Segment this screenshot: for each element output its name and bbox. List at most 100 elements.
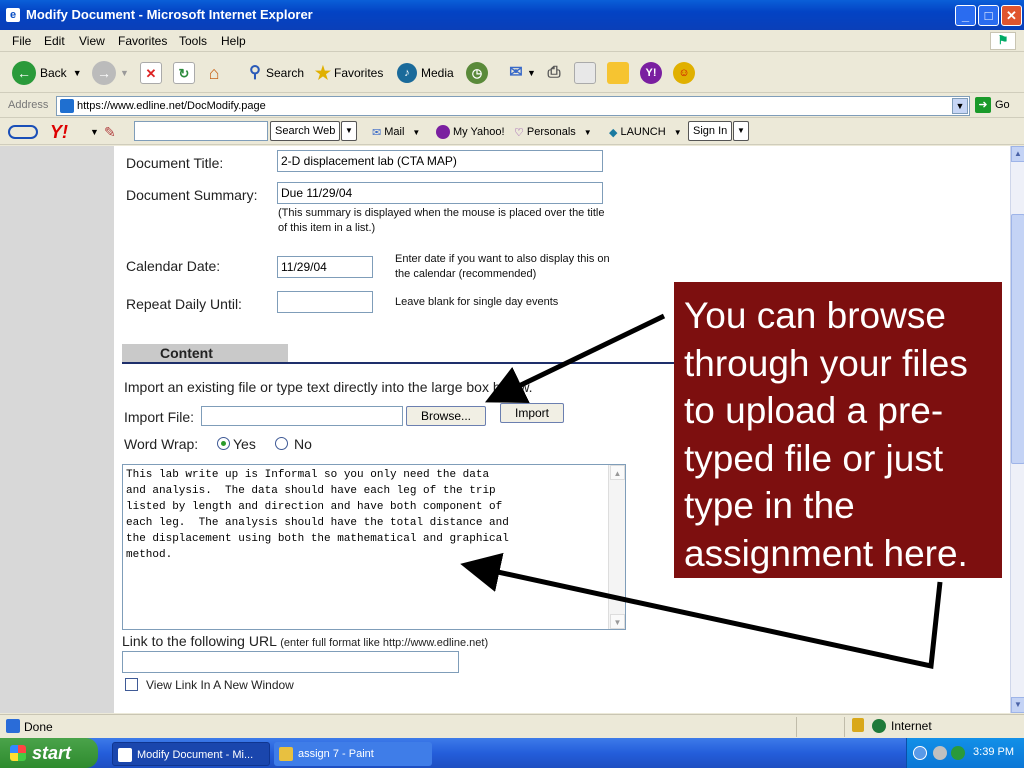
pencil-icon[interactable]: ✎ bbox=[104, 123, 116, 141]
forward-button[interactable]: → ▼ bbox=[92, 61, 129, 85]
windows-flag-icon bbox=[10, 745, 26, 761]
go-button[interactable]: ➜ Go bbox=[975, 97, 1010, 113]
smiley-icon: ☺ bbox=[673, 62, 695, 84]
document-summary-input[interactable]: Due 11/29/04 bbox=[277, 182, 603, 204]
start-button[interactable]: start bbox=[0, 738, 98, 768]
stop-icon: ✕ bbox=[140, 62, 162, 84]
sign-in-dropdown-icon[interactable]: ▼ bbox=[733, 121, 749, 141]
link-url-input[interactable] bbox=[122, 651, 459, 673]
word-wrap-no-radio[interactable] bbox=[275, 437, 288, 450]
scroll-up-icon[interactable]: ▲ bbox=[1011, 146, 1024, 162]
yahoo-dropdown-icon[interactable]: ▼ bbox=[90, 123, 99, 141]
status-text: Done bbox=[24, 720, 53, 734]
personals-button[interactable]: ♡ Personals ▼ bbox=[514, 123, 592, 141]
textarea-scroll-down-icon[interactable]: ▼ bbox=[610, 614, 625, 629]
scroll-thumb[interactable] bbox=[1011, 214, 1024, 464]
launch-button[interactable]: ◆ LAUNCH ▼ bbox=[609, 123, 682, 141]
repeat-daily-input[interactable] bbox=[277, 291, 373, 313]
import-file-input[interactable] bbox=[201, 406, 403, 426]
import-instruction: Import an existing file or type text dir… bbox=[124, 379, 533, 395]
yahoo-messenger-icon: Y! bbox=[640, 62, 662, 84]
edit-button[interactable] bbox=[574, 61, 596, 85]
menu-file[interactable]: File bbox=[12, 34, 31, 48]
title-bar: e Modify Document - Microsoft Internet E… bbox=[0, 0, 1024, 30]
yahoo-mail-button[interactable]: ✉ Mail ▼ bbox=[372, 123, 420, 141]
home-icon: ⌂ bbox=[208, 63, 220, 83]
refresh-icon: ↻ bbox=[173, 62, 195, 84]
close-button[interactable]: ✕ bbox=[1001, 5, 1022, 26]
sign-in-button[interactable]: Sign In bbox=[688, 121, 733, 141]
print-icon: ⎙ bbox=[547, 64, 561, 81]
import-button[interactable]: Import bbox=[500, 403, 564, 423]
address-dropdown-icon[interactable]: ▼ bbox=[952, 98, 968, 114]
yahoo-smiley-button[interactable]: ☺ bbox=[673, 61, 699, 85]
minimize-button[interactable]: _ bbox=[955, 5, 976, 26]
media-button[interactable]: ♪ Media bbox=[397, 61, 454, 85]
search-icon: ⚲ bbox=[249, 64, 261, 81]
menu-edit[interactable]: Edit bbox=[44, 34, 65, 48]
home-button[interactable]: ⌂ bbox=[203, 61, 225, 85]
menu-view[interactable]: View bbox=[79, 34, 105, 48]
page-icon bbox=[60, 99, 74, 113]
mail-button[interactable]: ✉ ▼ bbox=[505, 61, 536, 85]
windows-logo-icon: ⚑ bbox=[990, 32, 1016, 50]
address-input[interactable]: https://www.edline.net/DocModify.page bbox=[56, 96, 970, 116]
star-icon: ★ bbox=[314, 63, 332, 83]
yahoo-search-input[interactable] bbox=[134, 121, 268, 141]
task-paint[interactable]: assign 7 - Paint bbox=[274, 742, 432, 766]
globe-icon bbox=[872, 719, 886, 733]
address-label: Address bbox=[8, 99, 49, 111]
calendar-date-input[interactable]: 11/29/04 bbox=[277, 256, 373, 278]
menu-help[interactable]: Help bbox=[221, 34, 246, 48]
security-zone: Internet bbox=[872, 719, 932, 733]
browse-button[interactable]: Browse... bbox=[406, 406, 486, 426]
stop-button[interactable]: ✕ bbox=[140, 61, 162, 85]
print-button[interactable]: ⎙ bbox=[543, 61, 565, 85]
menu-favorites[interactable]: Favorites bbox=[118, 34, 167, 48]
favorites-button[interactable]: ★ Favorites bbox=[312, 61, 383, 85]
folder-button[interactable] bbox=[607, 61, 629, 85]
maximize-button[interactable]: □ bbox=[978, 5, 999, 26]
calendar-note: Enter date if you want to also display t… bbox=[395, 253, 610, 280]
word-wrap-label: Word Wrap: bbox=[124, 436, 199, 452]
edit-icon bbox=[574, 62, 596, 84]
search-web-button[interactable]: Search Web bbox=[270, 121, 341, 141]
textarea-scrollbar[interactable]: ▲ ▼ bbox=[608, 465, 625, 629]
repeat-note: Leave blank for single day events bbox=[395, 296, 559, 308]
search-button[interactable]: ⚲ Search bbox=[244, 61, 304, 85]
textarea-scroll-up-icon[interactable]: ▲ bbox=[610, 465, 625, 480]
scroll-down-icon[interactable]: ▼ bbox=[1011, 697, 1024, 713]
new-window-checkbox[interactable] bbox=[125, 678, 138, 691]
system-tray: 3:39 PM bbox=[906, 738, 1024, 768]
search-web-dropdown-icon[interactable]: ▼ bbox=[341, 121, 357, 141]
task-modify-document[interactable]: Modify Document - Mi... bbox=[112, 742, 270, 766]
calendar-date-label: Calendar Date: bbox=[126, 258, 221, 274]
refresh-button[interactable]: ↻ bbox=[173, 61, 195, 85]
history-button[interactable]: ◷ bbox=[466, 61, 492, 85]
summary-note: (This summary is displayed when the mous… bbox=[278, 207, 605, 234]
document-title-input[interactable]: 2-D displacement lab (CTA MAP) bbox=[277, 150, 603, 172]
word-wrap-yes-radio[interactable] bbox=[217, 437, 230, 450]
yahoo-companion-icon[interactable] bbox=[8, 123, 38, 141]
back-arrow-icon: ← bbox=[12, 61, 36, 85]
launch-icon: ◆ bbox=[609, 126, 618, 139]
document-body-textarea[interactable]: This lab write up is Informal so you onl… bbox=[122, 464, 626, 630]
back-button[interactable]: ← Back ▼ bbox=[12, 61, 82, 85]
menu-tools[interactable]: Tools bbox=[179, 34, 207, 48]
tray-back-icon[interactable] bbox=[913, 746, 927, 760]
clock: 3:39 PM bbox=[973, 746, 1014, 758]
taskbar: start Modify Document - Mi... assign 7 -… bbox=[0, 738, 1024, 768]
yahoo-messenger-button[interactable]: Y! bbox=[640, 61, 666, 85]
page-scrollbar[interactable]: ▲ ▼ bbox=[1010, 146, 1024, 713]
word-wrap-yes-label: Yes bbox=[233, 436, 256, 452]
my-yahoo-button[interactable]: My Yahoo! bbox=[436, 123, 505, 141]
left-margin bbox=[0, 146, 114, 713]
content-section-header: Content bbox=[122, 344, 288, 362]
callout-box: You can browse through your files to upl… bbox=[674, 282, 1002, 578]
window-title: Modify Document - Microsoft Internet Exp… bbox=[26, 7, 313, 22]
tray-update-icon[interactable] bbox=[951, 746, 965, 760]
tray-network-icon[interactable] bbox=[933, 746, 947, 760]
forward-arrow-icon: → bbox=[92, 61, 116, 85]
document-summary-label: Document Summary: bbox=[126, 187, 258, 203]
yahoo-logo-icon[interactable]: Y! bbox=[50, 122, 68, 142]
